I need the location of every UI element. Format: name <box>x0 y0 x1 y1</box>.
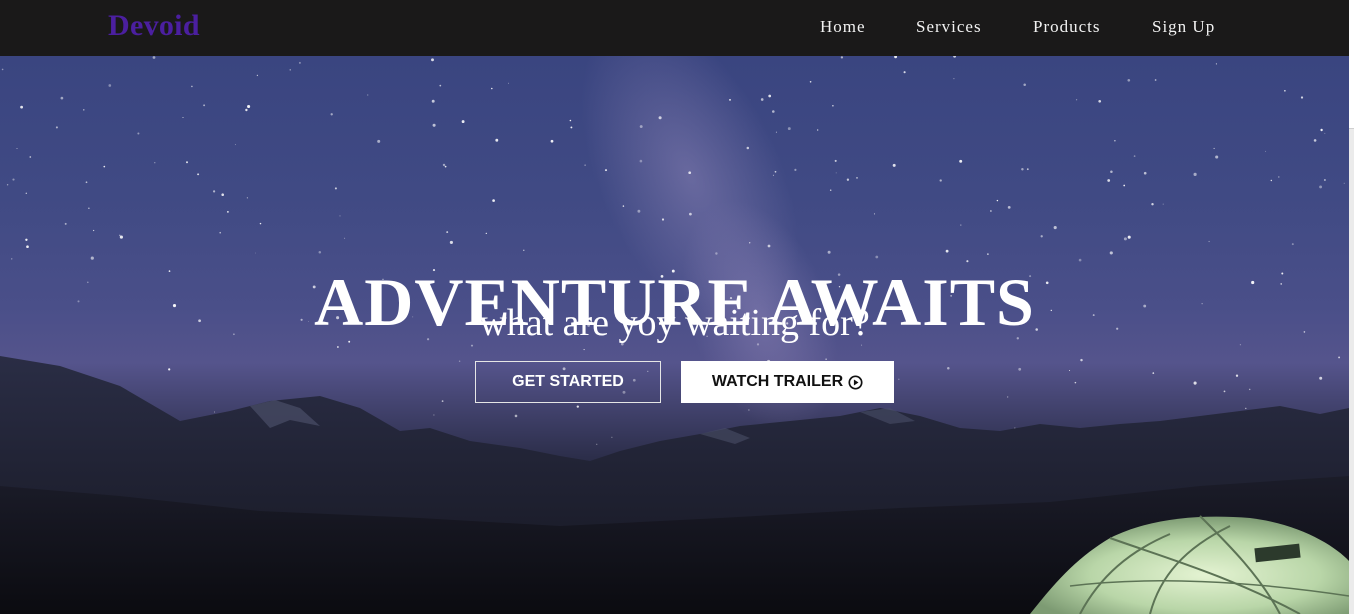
vertical-scrollbar[interactable] <box>1349 0 1354 614</box>
nav-link-home[interactable]: Home <box>820 17 866 37</box>
play-circle-icon <box>848 374 863 390</box>
get-started-label: GET STARTED <box>512 373 624 390</box>
watch-trailer-label: WATCH TRAILER <box>711 373 844 390</box>
get-started-button[interactable]: GET STARTED <box>475 361 661 403</box>
navbar: Devoid Home Services Products Sign Up <box>0 0 1349 56</box>
hero-section: ADVENTURE AWAITS what are yoy waiting fo… <box>0 56 1349 614</box>
hero-subtitle: what are yoy waiting for? <box>479 302 870 344</box>
nav-links: Home Services Products Sign Up <box>0 17 1349 39</box>
nav-link-services[interactable]: Services <box>916 17 982 37</box>
scrollbar-thumb[interactable] <box>1349 0 1354 129</box>
nav-link-sign-up[interactable]: Sign Up <box>1152 17 1215 37</box>
watch-trailer-button[interactable]: WATCH TRAILER <box>681 361 894 403</box>
page: Devoid Home Services Products Sign Up AD… <box>0 0 1354 614</box>
nav-link-products[interactable]: Products <box>1033 17 1101 37</box>
